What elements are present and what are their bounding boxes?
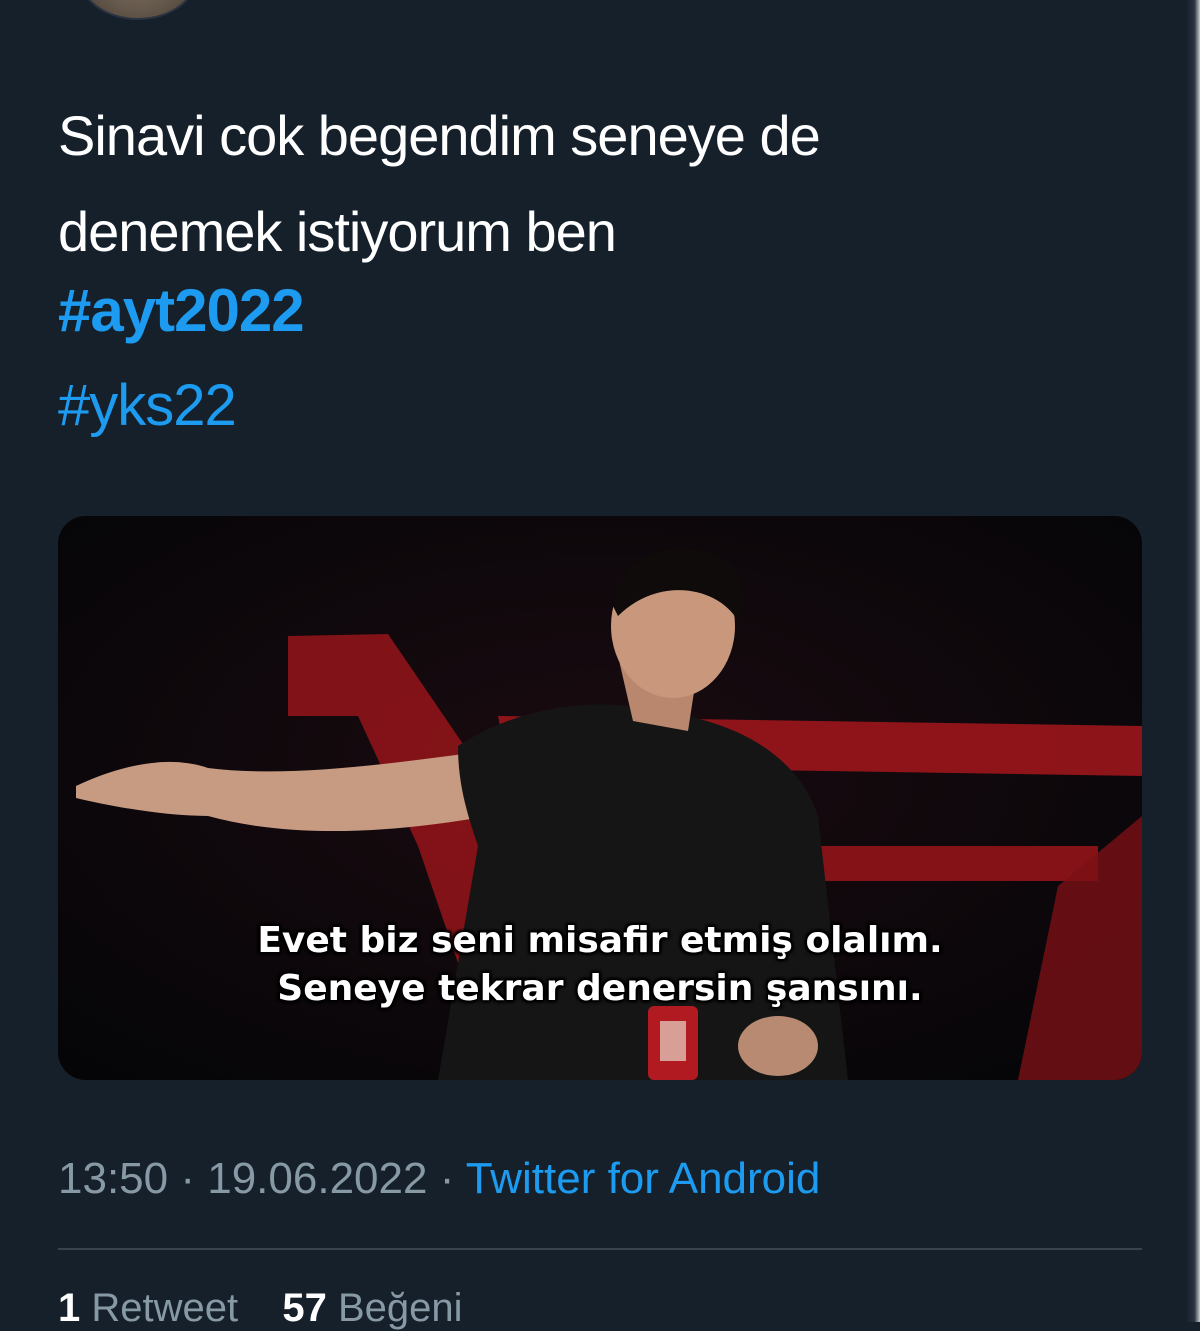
likes-count: 57 [282,1286,327,1330]
hashtag-link[interactable]: #ayt2022 [58,276,305,345]
separator-dot: · [439,1154,455,1203]
meme-caption-line: Seneye tekrar denersin şansını. [277,968,923,1009]
likes-stat[interactable]: 57 Beğeni [282,1286,462,1330]
separator-dot: · [180,1154,195,1203]
tweet-stats: 1 Retweet 57 Beğeni [58,1286,463,1331]
tweet-date: 19.06.2022 [207,1154,428,1203]
retweets-label: Retweet [91,1286,239,1330]
tweet-metadata: 13:50 · 19.06.2022 · Twitter for Android [58,1154,820,1204]
divider [58,1248,1142,1250]
meme-caption-line: Evet biz seni misafir etmiş olalım. [257,920,943,961]
tweet-source-link[interactable]: Twitter for Android [466,1154,821,1203]
tweet-time: 13:50 [58,1154,169,1203]
tweet-text-line: Sinavi cok begendim seneye de [58,104,821,167]
tweet-media-image[interactable]: Evet biz seni misafir etmiş olalım. Sene… [58,516,1142,1080]
retweets-count: 1 [58,1286,81,1330]
tweet-text: Sinavi cok begendim seneye de denemek is… [58,88,1138,280]
tweet-text-line: denemek istiyorum ben [58,200,617,263]
user-avatar[interactable] [78,0,198,20]
hashtag-link[interactable]: #yks22 [58,372,237,439]
retweets-stat[interactable]: 1 Retweet [58,1286,249,1330]
likes-label: Beğeni [338,1286,463,1330]
screen-edge [1186,0,1200,1322]
